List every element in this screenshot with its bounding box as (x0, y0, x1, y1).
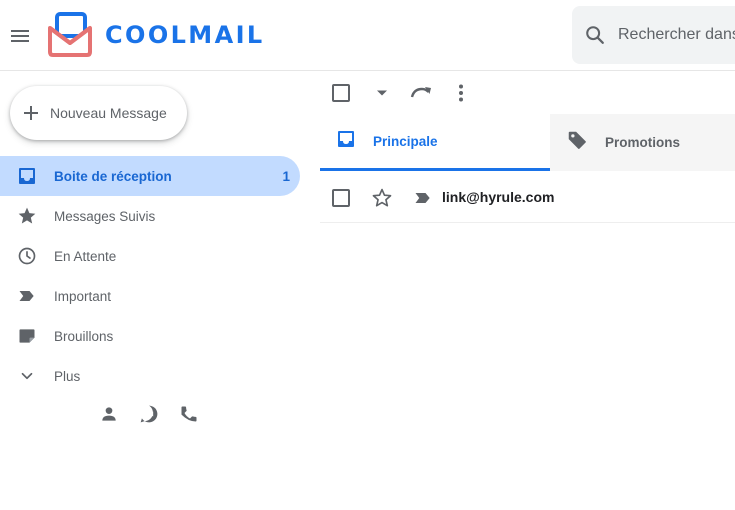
mail-list-row[interactable]: link@hyrule.com (320, 172, 735, 223)
draft-icon (16, 325, 38, 347)
mail-toolbar (320, 72, 735, 114)
search-icon (586, 26, 604, 44)
sidebar-item-snoozed[interactable]: En Attente (0, 236, 300, 276)
important-marker-icon[interactable] (412, 187, 434, 209)
compose-label: Nouveau Message (50, 105, 167, 121)
important-icon (16, 285, 38, 307)
tab-principale[interactable]: Principale (320, 114, 550, 171)
sidebar-nav: Boite de réception 1 Messages Suivis En … (0, 156, 300, 396)
clock-icon (16, 245, 38, 267)
sidebar-item-important[interactable]: Important (0, 276, 300, 316)
select-all-checkbox[interactable] (329, 81, 353, 105)
inbox-icon (336, 129, 356, 154)
sidebar-item-label: Plus (54, 368, 81, 384)
main-menu-button[interactable] (8, 24, 32, 48)
sidebar-item-starred[interactable]: Messages Suivis (0, 196, 300, 236)
tab-label: Principale (373, 133, 438, 149)
sidebar-item-label: Messages Suivis (54, 208, 156, 224)
star-icon (16, 205, 38, 227)
app-header: COOLMAIL Rechercher dans (0, 0, 735, 71)
search-input[interactable]: Rechercher dans (618, 26, 735, 44)
more-vert-icon (459, 84, 463, 102)
sidebar-item-label: En Attente (54, 248, 117, 264)
person-icon[interactable] (98, 403, 120, 425)
tag-icon (566, 129, 588, 156)
sidebar-item-drafts[interactable]: Brouillons (0, 316, 300, 356)
caret-down-icon (377, 90, 387, 96)
chevron-down-icon (16, 365, 38, 387)
refresh-icon (410, 87, 431, 98)
mail-sender: link@hyrule.com (442, 189, 555, 205)
phone-icon[interactable] (178, 403, 200, 425)
sidebar-item-label: Boite de réception (54, 168, 172, 184)
unread-count-badge: 1 (282, 168, 290, 184)
star-toggle-icon[interactable] (371, 187, 393, 209)
hamburger-icon (11, 30, 29, 42)
plus-icon (24, 106, 38, 120)
sidebar-item-label: Brouillons (54, 328, 114, 344)
refresh-button[interactable] (409, 81, 433, 105)
tab-label: Promotions (605, 135, 681, 150)
sidebar-item-label: Important (54, 288, 112, 304)
compose-button[interactable]: Nouveau Message (10, 86, 187, 140)
coolmail-logo-icon[interactable] (46, 12, 94, 58)
sidebar-item-more[interactable]: Plus (0, 356, 300, 396)
app-title: COOLMAIL (105, 21, 265, 49)
row-checkbox[interactable] (330, 187, 352, 209)
inbox-icon (16, 165, 38, 187)
more-options-button[interactable] (449, 81, 473, 105)
select-options-dropdown[interactable] (370, 81, 394, 105)
video-chat-icon[interactable] (138, 403, 160, 425)
category-tabs: Principale Promotions (320, 114, 735, 171)
hangouts-bar (98, 403, 200, 425)
sidebar-item-inbox[interactable]: Boite de réception 1 (0, 156, 300, 196)
tab-promotions[interactable]: Promotions (550, 114, 735, 171)
search-bar[interactable]: Rechercher dans (572, 6, 735, 64)
